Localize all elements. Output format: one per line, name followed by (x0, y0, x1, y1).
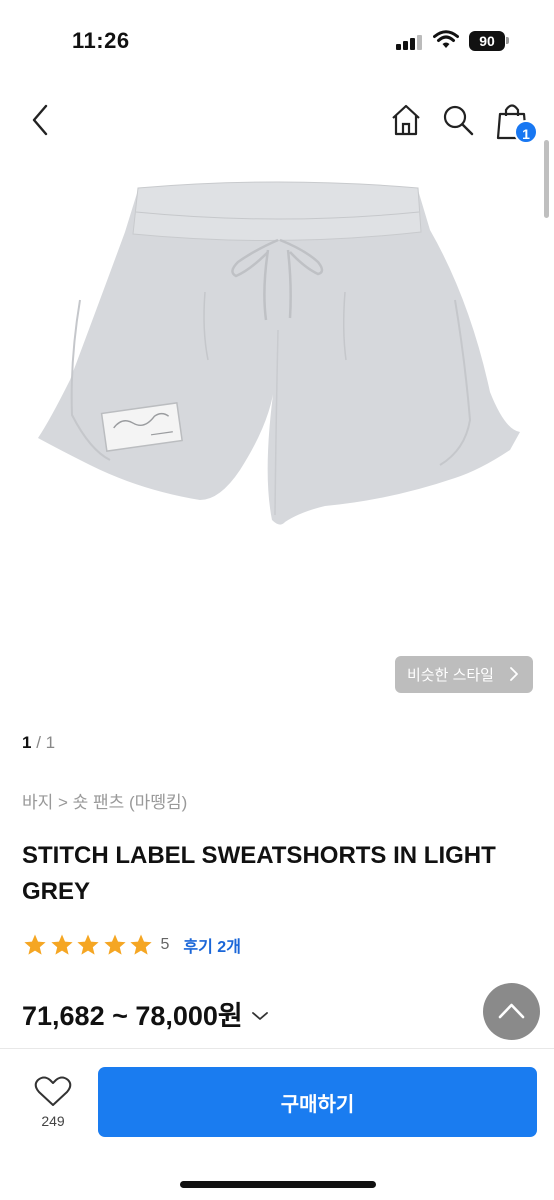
battery-tip (506, 37, 509, 44)
product-image[interactable] (0, 160, 554, 720)
pager-total: / 1 (36, 733, 56, 752)
similar-style-label: 비슷한 스타일 (407, 667, 494, 684)
chevron-right-icon (510, 667, 518, 681)
star-icon (50, 934, 73, 955)
shopping-bag-button[interactable]: 1 (494, 98, 538, 146)
product-title: STITCH LABEL SWEATSHORTS IN LIGHT GREY (22, 842, 496, 905)
star-icon (103, 934, 126, 955)
arrow-up-icon (498, 1003, 525, 1019)
pager-current: 1 (22, 733, 32, 752)
star-icon (77, 934, 99, 955)
rating-row[interactable]: 5 후기 2개 (22, 932, 241, 958)
home-icon[interactable] (388, 100, 424, 140)
scroll-to-top-button[interactable] (483, 983, 540, 1040)
status-bar: 11:26 90 (0, 0, 554, 80)
star-icon (130, 934, 152, 955)
like-button[interactable]: 249 (30, 1075, 76, 1135)
back-icon[interactable] (26, 100, 54, 140)
review-count-link[interactable]: 후기 2개 (183, 933, 241, 957)
similar-style-button[interactable]: 비슷한 스타일 (395, 656, 533, 693)
buy-button[interactable]: 구매하기 (98, 1067, 537, 1137)
search-icon[interactable] (440, 100, 476, 140)
rating-stars (22, 933, 155, 957)
cart-count-badge: 1 (514, 120, 538, 144)
star-icon (24, 934, 46, 955)
battery-indicator: 90 (469, 31, 505, 51)
status-time: 11:26 (72, 28, 130, 53)
signal-icon (396, 34, 422, 50)
rating-value: 5 (160, 936, 170, 953)
price-range: 71,682 ~ 78,000원 (22, 1001, 243, 1031)
chevron-down-icon[interactable] (251, 1010, 269, 1022)
heart-icon (34, 1076, 72, 1106)
image-pager: 1 / 1 (22, 733, 55, 753)
like-count: 249 (41, 1113, 65, 1129)
bottom-action-bar: 249 구매하기 (0, 1048, 554, 1200)
price-row[interactable]: 71,682 ~ 78,000원 (22, 994, 269, 1033)
home-indicator (180, 1181, 376, 1188)
wifi-icon (433, 30, 459, 48)
breadcrumb[interactable]: 바지 > 숏 팬츠 (마뗑킴) (22, 788, 187, 813)
top-nav-bar: 1 (0, 92, 554, 148)
